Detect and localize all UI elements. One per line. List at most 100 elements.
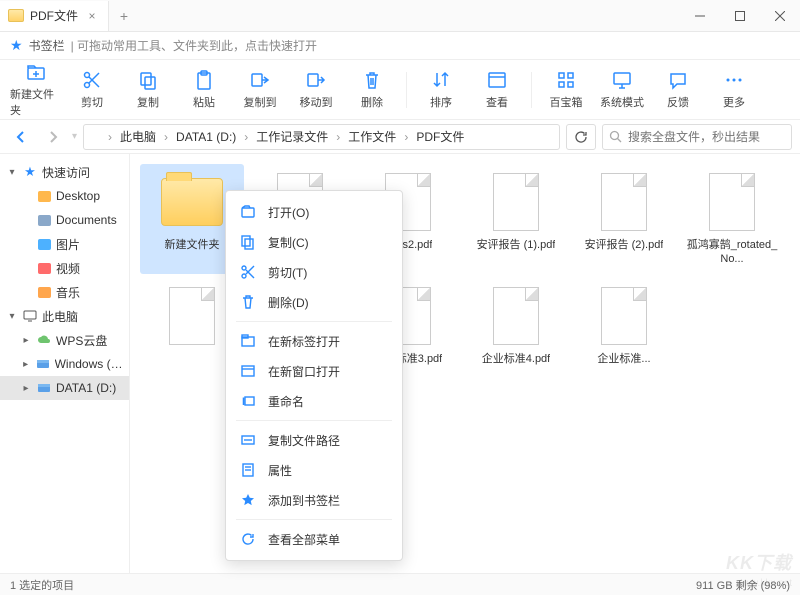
toolbar-separator [531, 72, 532, 108]
toolbar-sort[interactable]: 排序 [415, 65, 467, 114]
breadcrumb-item[interactable]: PDF文件 [412, 126, 468, 147]
sidebar-item-图片[interactable]: 图片 [0, 232, 129, 256]
menu-item-copy[interactable]: 复制(C) [226, 227, 402, 257]
nav-back-button[interactable] [8, 124, 34, 150]
menu-item-open[interactable]: 打开(O) [226, 197, 402, 227]
minimize-button[interactable] [680, 0, 720, 32]
star-icon: ★ [22, 164, 38, 180]
toolbar-copy-to[interactable]: 复制到 [234, 65, 286, 114]
menu-separator [236, 519, 392, 520]
file-item[interactable]: 安评报告 (1).pdf [464, 164, 568, 274]
chevron-right-icon: › [334, 130, 342, 144]
menu-item-path[interactable]: 复制文件路径 [226, 425, 402, 455]
breadcrumb-item[interactable]: 工作记录文件 [252, 126, 332, 147]
tree-label: Documents [56, 213, 117, 227]
nav-dropdown-icon[interactable]: ▾ [72, 131, 77, 142]
menu-item-trash[interactable]: 删除(D) [226, 287, 402, 317]
toolbar-label: 反馈 [667, 94, 689, 110]
folder-icon [36, 212, 52, 228]
toolbar-move-to[interactable]: 移动到 [290, 65, 342, 114]
refresh-icon [240, 531, 256, 547]
breadcrumb-item[interactable]: 此电脑 [116, 126, 160, 147]
sidebar-item-WPS云盘[interactable]: ▸WPS云盘 [0, 328, 129, 352]
new-tab-button[interactable]: + [109, 8, 139, 24]
folder-icon [36, 284, 52, 300]
sidebar-item-视频[interactable]: 视频 [0, 256, 129, 280]
menu-label: 打开(O) [268, 204, 309, 221]
sidebar-item-Windows (C:)[interactable]: ▸Windows (C:) [0, 352, 129, 376]
toolbar-delete[interactable]: 删除 [346, 65, 398, 114]
file-icon [601, 173, 647, 231]
toolbar-label: 移动到 [300, 94, 333, 110]
maximize-button[interactable] [720, 0, 760, 32]
caret-icon: ▾ [6, 167, 18, 178]
tree-label: 视频 [56, 260, 80, 277]
sort-icon [430, 69, 452, 91]
sidebar-item-DATA1 (D:)[interactable]: ▸DATA1 (D:) [0, 376, 129, 400]
props-icon [240, 462, 256, 478]
sidebar-item-音乐[interactable]: 音乐 [0, 280, 129, 304]
toolbar-new-folder[interactable]: 新建文件夹 [10, 57, 62, 122]
tab-active[interactable]: PDF文件 × [0, 1, 109, 31]
toolbar-more[interactable]: 更多 [708, 65, 760, 114]
search-box[interactable] [602, 124, 792, 150]
menu-item-window[interactable]: 在新窗口打开 [226, 356, 402, 386]
sidebar-quick-access[interactable]: ▾★快速访问 [0, 160, 129, 184]
toolbar-label: 新建文件夹 [10, 86, 62, 118]
breadcrumb-item[interactable]: DATA1 (D:) [172, 128, 240, 146]
window-icon [240, 363, 256, 379]
file-icon [493, 173, 539, 231]
menu-label: 复制文件路径 [268, 432, 340, 449]
breadcrumb: ›此电脑›DATA1 (D:)›工作记录文件›工作文件›PDF文件 [83, 124, 560, 150]
tab-icon [240, 333, 256, 349]
file-item[interactable]: 企业标准... [572, 278, 676, 388]
nav-forward-button[interactable] [40, 124, 66, 150]
file-item[interactable]: 孤鸿寡鹄_rotated_No... [680, 164, 784, 274]
menu-item-props[interactable]: 属性 [226, 455, 402, 485]
menu-item-rename[interactable]: I重命名 [226, 386, 402, 416]
dots-icon [723, 69, 745, 91]
menu-label: 在新标签打开 [268, 333, 340, 350]
toolbar-label: 粘贴 [193, 94, 215, 110]
star-icon: ★ [10, 37, 23, 54]
toolbar-view[interactable]: 查看 [471, 65, 523, 114]
menu-item-refresh[interactable]: 查看全部菜单 [226, 524, 402, 554]
chevron-right-icon: › [106, 130, 114, 144]
toolbar-paste[interactable]: 粘贴 [178, 65, 230, 114]
path-icon [240, 432, 256, 448]
window-controls [680, 0, 800, 32]
sidebar-item-Desktop[interactable]: Desktop [0, 184, 129, 208]
menu-item-tab[interactable]: 在新标签打开 [226, 326, 402, 356]
menu-label: 重命名 [268, 393, 304, 410]
file-item[interactable]: 企业标准4.pdf [464, 278, 568, 388]
grid-icon [555, 69, 577, 91]
file-item[interactable]: 安评报告 (2).pdf [572, 164, 676, 274]
toolbar-system-mode[interactable]: 系统模式 [596, 65, 648, 114]
file-label: 安评报告 (1).pdf [477, 238, 556, 252]
search-input[interactable] [628, 130, 785, 144]
folder-icon [90, 131, 104, 143]
caret-icon: ▸ [20, 335, 32, 346]
file-label: 安评报告 (2).pdf [585, 238, 664, 252]
toolbar-feedback[interactable]: 反馈 [652, 65, 704, 114]
toolbar-label: 排序 [430, 94, 452, 110]
refresh-button[interactable] [566, 124, 596, 150]
toolbar-copy[interactable]: 复制 [122, 65, 174, 114]
file-label: 企业标准... [597, 352, 650, 366]
sidebar-item-Documents[interactable]: Documents [0, 208, 129, 232]
close-button[interactable] [760, 0, 800, 32]
toolbar-separator [406, 72, 407, 108]
menu-item-scissors[interactable]: 剪切(T) [226, 257, 402, 287]
toolbar-baibao[interactable]: 百宝箱 [540, 65, 592, 114]
menu-label: 属性 [268, 462, 292, 479]
status-right: 911 GB 剩余 (98%) [696, 577, 790, 593]
file-label: 企业标准4.pdf [482, 352, 550, 366]
breadcrumb-item[interactable]: 工作文件 [344, 126, 400, 147]
toolbar-cut[interactable]: 剪切 [66, 65, 118, 114]
caret-icon: ▸ [20, 383, 32, 394]
sidebar-this-pc[interactable]: ▾此电脑 [0, 304, 129, 328]
tab-close-button[interactable]: × [84, 9, 100, 23]
menu-item-star[interactable]: 添加到书签栏 [226, 485, 402, 515]
status-left: 1 选定的项目 [10, 577, 74, 593]
toolbar-label: 复制到 [244, 94, 277, 110]
